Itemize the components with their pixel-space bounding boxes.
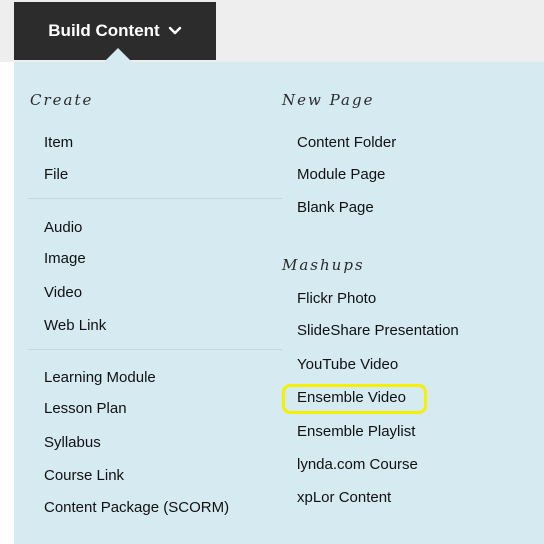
menu-item-web-link[interactable]: Web Link (44, 317, 106, 334)
menu-item-image[interactable]: Image (44, 250, 86, 267)
menu-item-audio[interactable]: Audio (44, 219, 82, 236)
chevron-down-icon (168, 26, 181, 35)
top-bar: Build Content (0, 0, 544, 62)
create-divider-2 (28, 349, 282, 350)
create-heading: Create (30, 91, 94, 109)
build-content-menu: Create Item File Audio Image Video Web L… (14, 62, 544, 544)
menu-item-module-page[interactable]: Module Page (297, 166, 385, 183)
menu-item-flickr-photo[interactable]: Flickr Photo (297, 290, 376, 307)
menu-item-item[interactable]: Item (44, 134, 73, 151)
menu-item-slideshare-presentation[interactable]: SlideShare Presentation (297, 322, 459, 339)
menu-item-video[interactable]: Video (44, 284, 82, 301)
menu-item-ensemble-playlist[interactable]: Ensemble Playlist (297, 423, 415, 440)
build-content-label: Build Content (48, 21, 160, 40)
menu-item-content-folder[interactable]: Content Folder (297, 134, 396, 151)
menu-item-course-link[interactable]: Course Link (44, 467, 124, 484)
mashups-heading: Mashups (282, 256, 365, 274)
menu-item-lesson-plan[interactable]: Lesson Plan (44, 400, 127, 417)
menu-item-youtube-video[interactable]: YouTube Video (297, 356, 398, 373)
menu-item-blank-page[interactable]: Blank Page (297, 199, 374, 216)
ensemble-video-highlight (282, 384, 427, 414)
new-page-heading: New Page (282, 91, 375, 109)
menu-item-content-package-scorm[interactable]: Content Package (SCORM) (44, 499, 229, 516)
menu-item-syllabus[interactable]: Syllabus (44, 434, 101, 451)
create-divider-1 (28, 198, 282, 199)
menu-item-xplor-content[interactable]: xpLor Content (297, 489, 391, 506)
menu-item-file[interactable]: File (44, 166, 68, 183)
menu-item-lynda-course[interactable]: lynda.com Course (297, 456, 418, 473)
menu-pointer (104, 48, 132, 62)
menu-item-learning-module[interactable]: Learning Module (44, 369, 156, 386)
